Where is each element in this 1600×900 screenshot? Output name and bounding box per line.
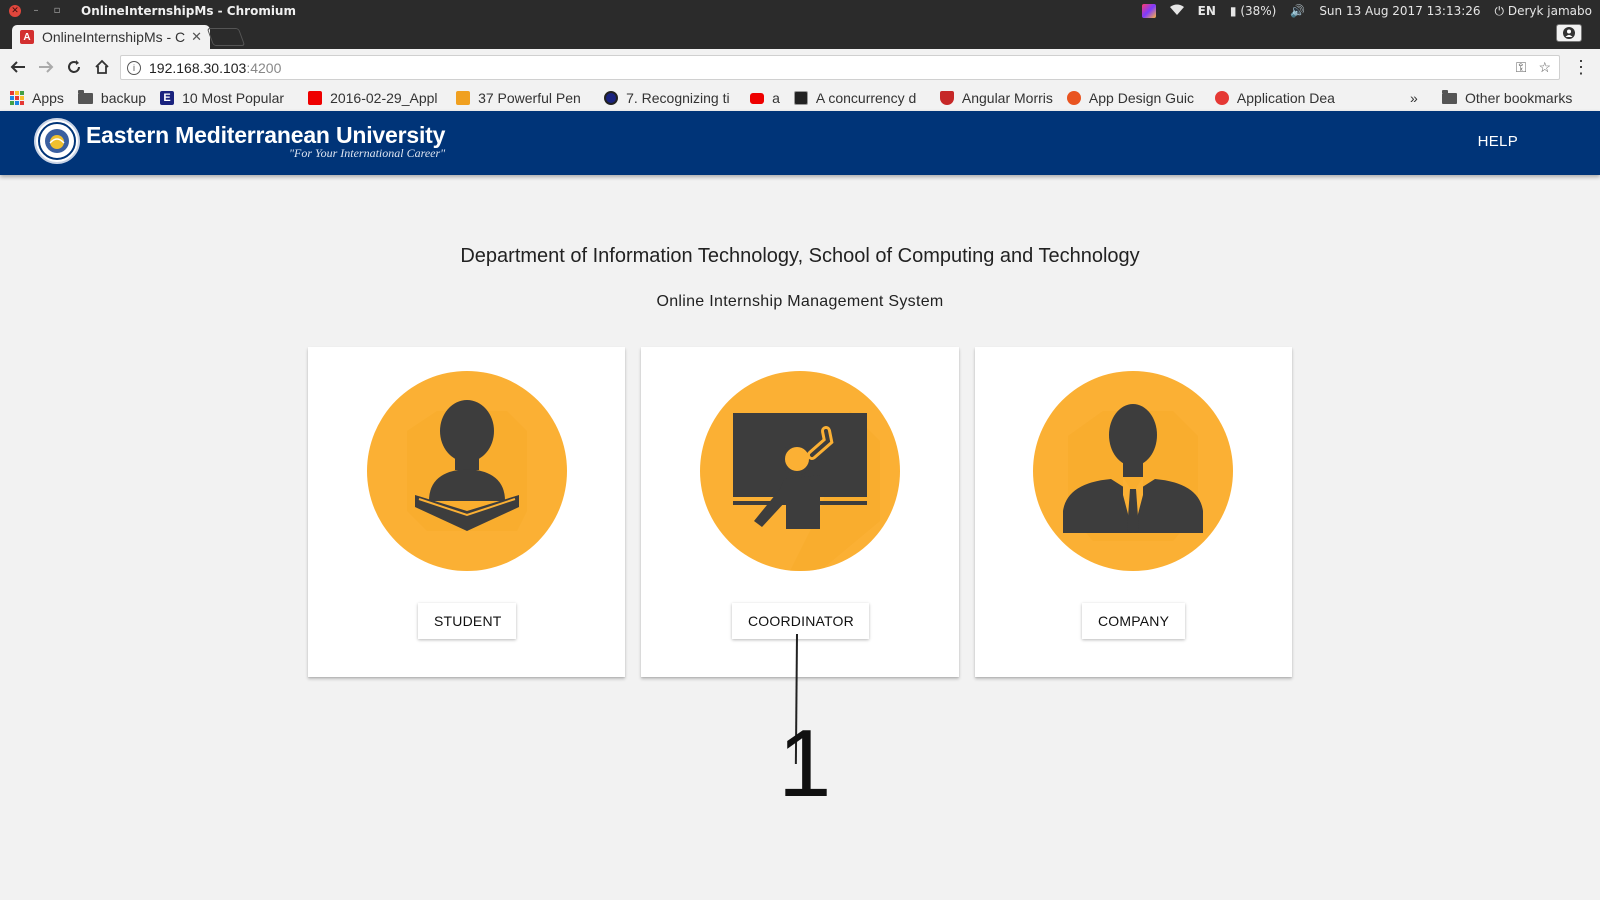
window-maximize-button[interactable]: ▫	[51, 5, 63, 17]
department-title: Department of Information Technology, Sc…	[460, 245, 1140, 267]
folder-icon	[1442, 89, 1457, 104]
system-title: Online Internship Management System	[656, 293, 944, 310]
back-button[interactable]	[4, 53, 32, 81]
bookmark-label: Application Dea	[1236, 90, 1335, 106]
apps-grid-icon	[10, 91, 24, 105]
window-minimize-button[interactable]: –	[30, 5, 42, 17]
ubuntu-icon	[1066, 91, 1081, 105]
app-header: Eastern Mediterranean University "For Yo…	[0, 111, 1600, 175]
company-button[interactable]: COMPANY	[1082, 603, 1185, 639]
datetime[interactable]: Sun 13 Aug 2017 13:13:26	[1319, 4, 1480, 18]
bookmark-app-design[interactable]: App Design Guic	[1066, 90, 1201, 106]
browser-toolbar: i 192.168.30.103:4200 ⚿ ☆ ⋮	[0, 49, 1600, 85]
fan-icon	[1214, 91, 1229, 105]
bookmark-apps[interactable]: Apps	[10, 90, 64, 106]
annotation-number: 1	[778, 710, 832, 817]
volume-icon[interactable]: 🔊	[1290, 4, 1305, 18]
profile-button[interactable]	[1556, 24, 1582, 42]
window-close-button[interactable]: ✕	[9, 5, 21, 17]
close-icon[interactable]: ✕	[191, 29, 202, 45]
teacher-blackboard-icon	[700, 371, 900, 571]
arrow-left-icon	[10, 61, 25, 73]
bookmark-recognizing[interactable]: 7. Recognizing ti	[604, 90, 736, 106]
youtube-icon	[750, 92, 765, 104]
home-button[interactable]	[88, 53, 116, 81]
bookmarks-overflow-button[interactable]: »	[1410, 90, 1418, 106]
company-card: COMPANY	[975, 347, 1292, 677]
university-seal-icon	[34, 118, 80, 164]
home-icon	[95, 59, 109, 74]
person-icon	[1563, 27, 1575, 39]
window-title: OnlineInternshipMs - Chromium	[81, 4, 296, 18]
coordinator-button[interactable]: COORDINATOR	[732, 603, 869, 639]
student-card: STUDENT	[308, 347, 625, 677]
bookmark-label: backup	[100, 90, 147, 106]
bookmark-label: 37 Powerful Pen	[478, 90, 581, 106]
system-tray: EN ▮ (38%) 🔊 Sun 13 Aug 2017 13:13:26 ⏻ …	[1141, 4, 1600, 19]
bookmark-a[interactable]: a	[750, 90, 780, 106]
university-name: Eastern Mediterranean University	[86, 122, 446, 148]
user-menu[interactable]: ⏻ Deryk jamabo	[1495, 4, 1592, 19]
bookmark-label: 7. Recognizing ti	[626, 90, 730, 106]
bookmark-application-dea[interactable]: Application Dea	[1214, 90, 1349, 106]
bookmark-37-powerful[interactable]: 37 Powerful Pen	[456, 90, 590, 106]
coordinator-card: COORDINATOR	[641, 347, 959, 677]
bookmark-2016-02-29[interactable]: 2016-02-29_Appl	[308, 90, 442, 106]
bookmark-label: App Design Guic	[1088, 90, 1194, 106]
tab-title: OnlineInternshipMs - Chromium	[42, 29, 186, 45]
bookmark-globe-icon	[604, 91, 619, 105]
university-motto: "For Your International Career"	[288, 146, 446, 160]
university-logo[interactable]: Eastern Mediterranean University "For Yo…	[34, 118, 445, 164]
other-bookmarks[interactable]: Other bookmarks	[1442, 89, 1573, 106]
info-icon[interactable]: i	[127, 60, 141, 75]
student-reading-icon	[367, 371, 567, 571]
browser-tab[interactable]: A OnlineInternshipMs - Chromium ✕	[12, 25, 210, 49]
os-top-bar: ✕ – ▫ OnlineInternshipMs - Chromium EN ▮…	[0, 0, 1600, 22]
wifi-icon[interactable]	[1169, 4, 1184, 19]
window-controls: ✕ – ▫	[9, 5, 63, 17]
url-port: :4200	[246, 59, 282, 76]
tab-strip: A OnlineInternshipMs - Chromium ✕	[0, 22, 1600, 49]
folder-icon	[77, 89, 93, 104]
keyboard-layout[interactable]: EN	[1198, 4, 1216, 18]
bookmark-label: 10 Most Popular	[182, 90, 285, 106]
businessman-icon	[1033, 371, 1233, 571]
battery-indicator[interactable]: ▮ (38%)	[1230, 4, 1276, 18]
bookmark-label: A concurrency d	[815, 90, 917, 106]
address-bar[interactable]: i 192.168.30.103:4200 ⚿ ☆	[120, 55, 1560, 80]
url-host: 192.168.30.103	[149, 59, 247, 76]
battery-icon: ▮	[1229, 4, 1237, 18]
bookmark-angular-morris[interactable]: Angular Morris	[939, 90, 1053, 106]
other-bookmarks-label: Other bookmarks	[1465, 90, 1573, 106]
new-tab-button[interactable]	[206, 28, 246, 46]
bookmark-10-most-popular[interactable]: E 10 Most Popular	[160, 90, 294, 106]
reload-icon	[68, 60, 80, 73]
bookmark-concurrency[interactable]: A concurrency d	[793, 90, 926, 106]
bookmark-red-icon	[308, 91, 323, 105]
student-button[interactable]: STUDENT	[418, 603, 516, 639]
bookmark-sth-icon	[456, 91, 471, 105]
bookmarks-bar: Apps backup E 10 Most Popular 2016-02-29…	[0, 85, 1600, 111]
battery-percent: (38%)	[1240, 4, 1277, 18]
help-link[interactable]: HELP	[1478, 133, 1518, 150]
angular-icon: A	[20, 30, 34, 44]
bookmark-label: 2016-02-29_Appl	[330, 90, 438, 106]
key-icon[interactable]: ⚿	[1516, 59, 1527, 76]
bookmark-image-icon	[793, 91, 808, 105]
bookmark-label: Angular Morris	[961, 90, 1053, 106]
star-icon[interactable]: ☆	[1538, 59, 1551, 76]
chrome-menu-button[interactable]: ⋮	[1572, 57, 1590, 78]
bookmark-backup[interactable]: backup	[77, 89, 147, 106]
power-icon: ⏻	[1494, 3, 1505, 18]
bookmark-label: Apps	[32, 90, 64, 106]
reload-button[interactable]	[60, 53, 88, 81]
bookmark-label: a	[772, 90, 780, 106]
forward-button[interactable]	[32, 53, 60, 81]
shield-icon	[939, 91, 954, 105]
app-indicator-icon[interactable]	[1141, 4, 1156, 18]
user-name: Deryk jamabo	[1507, 3, 1592, 18]
arrow-right-icon	[39, 61, 54, 73]
bookmark-e-icon: E	[160, 91, 175, 105]
